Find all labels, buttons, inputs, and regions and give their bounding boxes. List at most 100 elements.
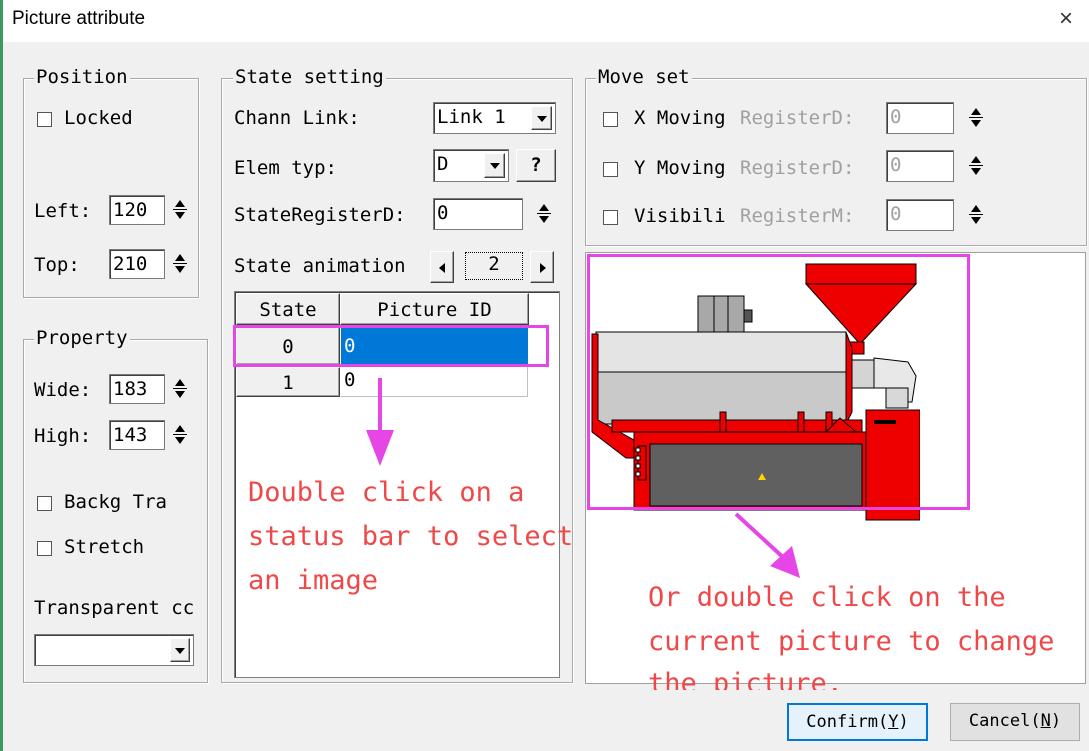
spin-down-icon[interactable]: [971, 120, 981, 127]
backg-checkbox[interactable]: [37, 496, 52, 511]
y-register-spinner[interactable]: [968, 154, 984, 178]
elem-type-help-button[interactable]: ?: [516, 149, 556, 182]
visibility-checkbox[interactable]: [603, 210, 618, 225]
spin-down-icon[interactable]: [539, 216, 549, 223]
backg-label: Backg Tra: [64, 491, 167, 513]
close-icon[interactable]: ×: [1059, 5, 1073, 33]
transparent-label: Transparent cc: [34, 597, 195, 619]
window-edge: [0, 0, 3, 751]
property-legend: Property: [34, 327, 130, 349]
left-spinner[interactable]: [172, 198, 188, 222]
cancel-button-label: Cancel(: [968, 711, 1041, 731]
title-bar: [0, 0, 1089, 42]
annotation-right-line3: the picture.: [648, 668, 844, 690]
visibility-register-input[interactable]: 0: [886, 199, 954, 231]
position-legend: Position: [34, 66, 130, 88]
move-set-legend: Move set: [596, 66, 692, 88]
spin-divider: [173, 209, 187, 210]
left-input[interactable]: 120: [109, 195, 165, 225]
top-input[interactable]: 210: [109, 249, 165, 279]
wide-label: Wide:: [34, 379, 92, 401]
window-title: Picture attribute: [12, 8, 146, 29]
spin-divider: [537, 213, 551, 214]
dropdown-arrow-icon: [536, 116, 547, 122]
locked-checkbox[interactable]: [37, 112, 52, 127]
stretch-label: Stretch: [64, 536, 145, 558]
y-register-input[interactable]: 0: [886, 150, 954, 182]
top-spinner[interactable]: [172, 252, 188, 276]
spin-divider: [173, 263, 187, 264]
state-register-input[interactable]: 0: [433, 198, 523, 230]
visibility-register-label: RegisterM:: [740, 205, 855, 227]
spin-down-icon[interactable]: [971, 217, 981, 224]
cancel-button[interactable]: Cancel(N): [950, 703, 1080, 741]
transparent-dropdown-button[interactable]: [170, 638, 190, 662]
annotation-arrow-icon: [366, 378, 394, 466]
dropdown-arrow-icon: [175, 648, 185, 654]
cancel-button-paren: ): [1050, 711, 1062, 731]
spin-down-icon[interactable]: [175, 437, 185, 444]
annotation-left-line1: Double click on a: [248, 477, 525, 508]
cancel-button-key: N: [1040, 711, 1051, 731]
spin-down-icon[interactable]: [175, 391, 185, 398]
spin-divider: [173, 434, 187, 435]
spin-up-icon[interactable]: [175, 200, 185, 207]
x-register-label: RegisterD:: [740, 107, 855, 129]
picture-id-column-header[interactable]: Picture ID: [340, 293, 529, 325]
state-setting-legend: State setting: [233, 66, 386, 88]
left-label: Left:: [34, 200, 92, 222]
chann-link-label: Chann Link:: [234, 107, 360, 129]
y-register-label: RegisterD:: [740, 157, 855, 179]
spin-up-icon[interactable]: [971, 205, 981, 212]
spin-up-icon[interactable]: [539, 204, 549, 211]
confirm-button[interactable]: Confirm(Y): [787, 703, 928, 741]
annotation-arrow-icon: [734, 512, 800, 578]
wide-input[interactable]: 183: [109, 374, 165, 404]
spin-up-icon[interactable]: [175, 254, 185, 261]
elem-type-label: Elem typ:: [234, 157, 337, 179]
high-input[interactable]: 143: [109, 420, 165, 450]
wide-spinner[interactable]: [172, 377, 188, 401]
scroll-left-icon: [439, 263, 445, 273]
row-highlight-box: [233, 325, 549, 367]
elem-type-dropdown-button[interactable]: [484, 153, 505, 178]
state-column-header[interactable]: State: [236, 293, 340, 325]
state-animation-label: State animation: [234, 255, 406, 277]
state-register-spinner[interactable]: [536, 202, 552, 226]
visibility-register-spinner[interactable]: [968, 203, 984, 227]
spin-up-icon[interactable]: [971, 108, 981, 115]
y-moving-checkbox[interactable]: [603, 162, 618, 177]
annotation-left-line3: an image: [248, 565, 379, 596]
annotation-left-line2: status bar to select: [248, 521, 574, 552]
spin-divider: [969, 214, 983, 215]
state-row-1-cell[interactable]: 1: [236, 367, 340, 397]
high-spinner[interactable]: [172, 423, 188, 447]
chann-link-dropdown-button[interactable]: [531, 106, 552, 130]
state-animation-next-button[interactable]: [530, 251, 554, 283]
spin-down-icon[interactable]: [175, 266, 185, 273]
confirm-button-key: Y: [888, 712, 899, 732]
scroll-right-icon: [540, 263, 546, 273]
x-register-input[interactable]: 0: [886, 102, 954, 134]
x-moving-label: X Moving: [634, 107, 726, 129]
state-animation-prev-button[interactable]: [430, 251, 454, 283]
y-moving-label: Y Moving: [634, 157, 726, 179]
confirm-button-label: Confirm(: [806, 712, 889, 732]
x-moving-checkbox[interactable]: [603, 112, 618, 127]
high-label: High:: [34, 425, 92, 447]
spin-down-icon[interactable]: [175, 212, 185, 219]
picture-highlight-box: [587, 254, 970, 510]
annotation-right-line1: Or double click on the: [648, 582, 1006, 613]
confirm-button-paren: ): [898, 712, 909, 732]
stretch-checkbox[interactable]: [37, 541, 52, 556]
annotation-right-line2: current picture to change: [648, 626, 1055, 657]
state-animation-value[interactable]: 2: [465, 252, 523, 280]
dropdown-arrow-icon: [489, 163, 500, 169]
spin-divider: [173, 388, 187, 389]
spin-up-icon[interactable]: [971, 156, 981, 163]
spin-up-icon[interactable]: [175, 379, 185, 386]
locked-label: Locked: [64, 107, 133, 129]
x-register-spinner[interactable]: [968, 106, 984, 130]
spin-down-icon[interactable]: [971, 168, 981, 175]
spin-up-icon[interactable]: [175, 425, 185, 432]
